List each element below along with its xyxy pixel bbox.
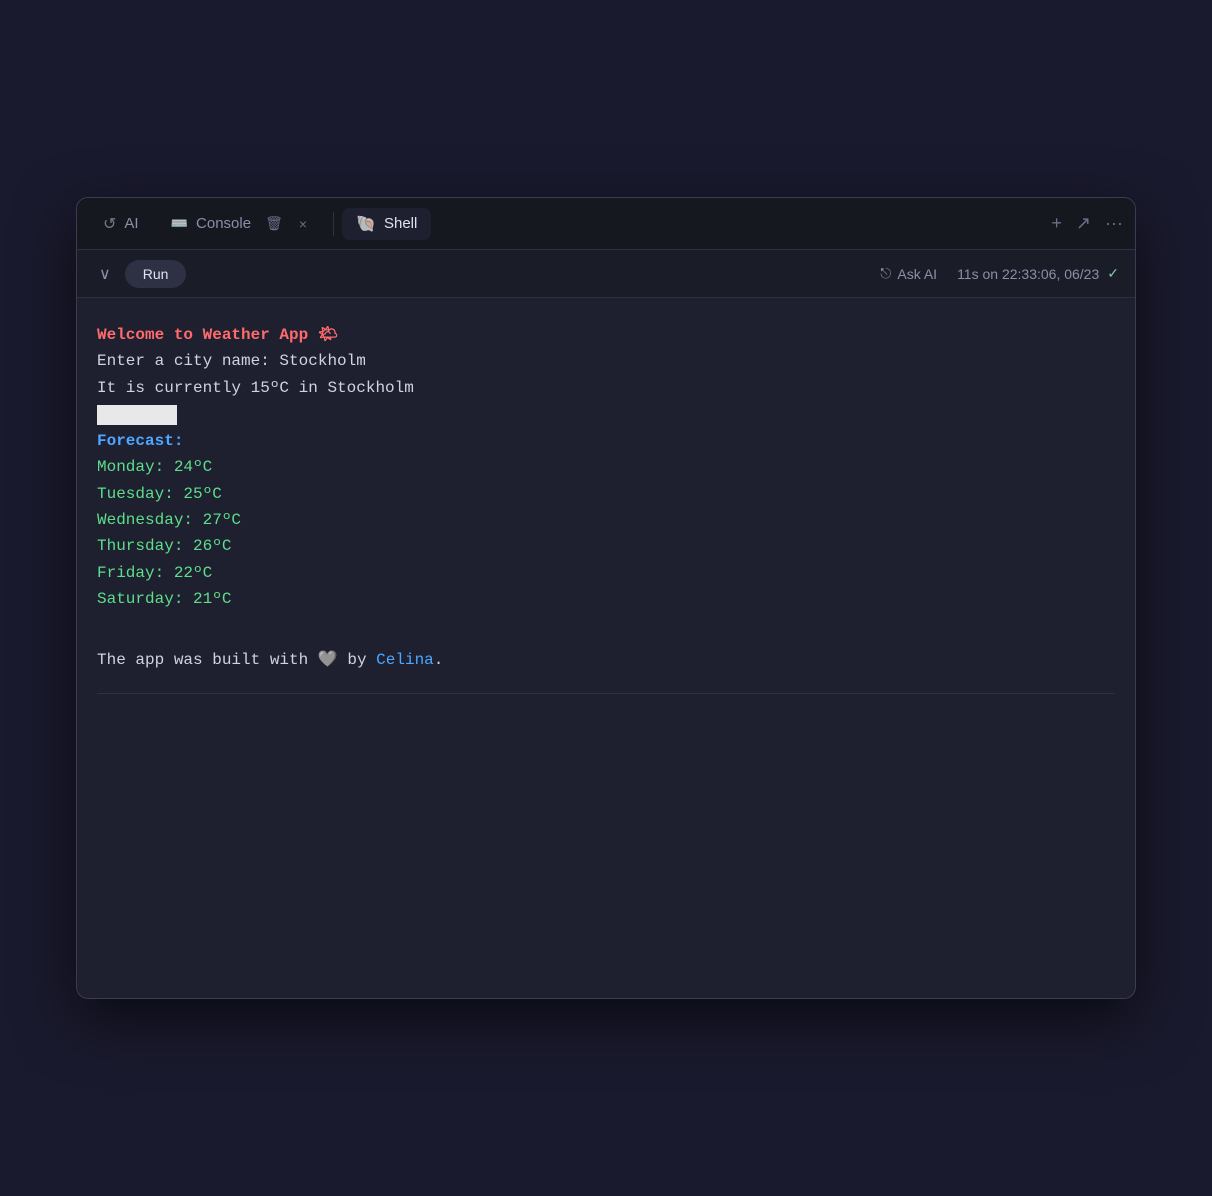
chevron-down-icon[interactable]: ∨ xyxy=(93,260,117,288)
ai-icon: ↺ xyxy=(103,214,116,234)
built-line: The app was built with 🩶 by Celina. xyxy=(97,647,1115,673)
checkmark-icon: ✓ xyxy=(1107,265,1119,282)
forecast-friday: Friday: 22ºC xyxy=(97,560,1115,586)
tab-bar: ↺ AI ⌨️ Console 🗑 × 🐚 Shell + ↗ ··· xyxy=(77,198,1135,250)
console-tab-actions: 🗑 × xyxy=(261,213,311,234)
tab-divider xyxy=(333,212,334,236)
city-prompt-line: Enter a city name: Stockholm xyxy=(97,348,1115,374)
tab-console[interactable]: ⌨️ Console 🗑 × xyxy=(157,207,325,240)
current-temp-line: It is currently 15ºC in Stockholm xyxy=(97,375,1115,401)
add-tab-button[interactable]: + xyxy=(1051,213,1062,234)
author-name: Celina xyxy=(376,651,434,669)
terminal-bottom-border xyxy=(97,693,1115,694)
ask-ai-label: Ask AI xyxy=(897,266,937,282)
console-close-icon[interactable]: × xyxy=(295,214,311,234)
tab-ai-label: AI xyxy=(124,215,138,232)
app-window: ↺ AI ⌨️ Console 🗑 × 🐚 Shell + ↗ ··· ∨ R xyxy=(76,197,1136,999)
built-prefix: The app was built with 🩶 by xyxy=(97,651,376,669)
toolbar: ∨ Run ⎋ Ask AI 11s on 22:33:06, 06/23 ✓ xyxy=(77,250,1135,298)
forecast-wednesday: Wednesday: 27ºC xyxy=(97,507,1115,533)
timestamp-area: 11s on 22:33:06, 06/23 ✓ xyxy=(957,265,1119,282)
welcome-line: Welcome to Weather App 🌤 xyxy=(97,322,1115,348)
tab-bar-actions: + ↗ ··· xyxy=(1051,213,1123,234)
console-trash-icon[interactable]: 🗑 xyxy=(261,213,287,234)
forecast-label: Forecast: xyxy=(97,428,1115,454)
timestamp-text: 11s on 22:33:06, 06/23 xyxy=(957,266,1099,282)
tab-console-label: Console xyxy=(196,215,251,232)
built-suffix: . xyxy=(434,651,444,669)
forecast-thursday: Thursday: 26ºC xyxy=(97,533,1115,559)
forecast-saturday: Saturday: 21ºC xyxy=(97,586,1115,612)
expand-button[interactable]: ↗ xyxy=(1076,213,1091,234)
console-icon: ⌨️ xyxy=(171,216,188,232)
ask-ai-button[interactable]: ⎋ Ask AI xyxy=(880,265,937,282)
tab-shell[interactable]: 🐚 Shell xyxy=(342,208,431,240)
toolbar-left: ∨ Run xyxy=(93,260,186,288)
tab-shell-label: Shell xyxy=(384,215,417,232)
cursor-line xyxy=(97,401,1115,428)
more-button[interactable]: ··· xyxy=(1105,213,1123,234)
forecast-tuesday: Tuesday: 25ºC xyxy=(97,481,1115,507)
run-button[interactable]: Run xyxy=(125,260,187,288)
toolbar-right: ⎋ Ask AI 11s on 22:33:06, 06/23 ✓ xyxy=(880,265,1119,282)
tab-ai[interactable]: ↺ AI xyxy=(89,208,153,240)
ask-ai-icon: ⎋ xyxy=(880,265,891,282)
shell-icon: 🐚 xyxy=(356,214,376,234)
forecast-monday: Monday: 24ºC xyxy=(97,454,1115,480)
terminal-output: Welcome to Weather App 🌤 Enter a city na… xyxy=(77,298,1135,998)
cursor-block xyxy=(97,405,177,425)
